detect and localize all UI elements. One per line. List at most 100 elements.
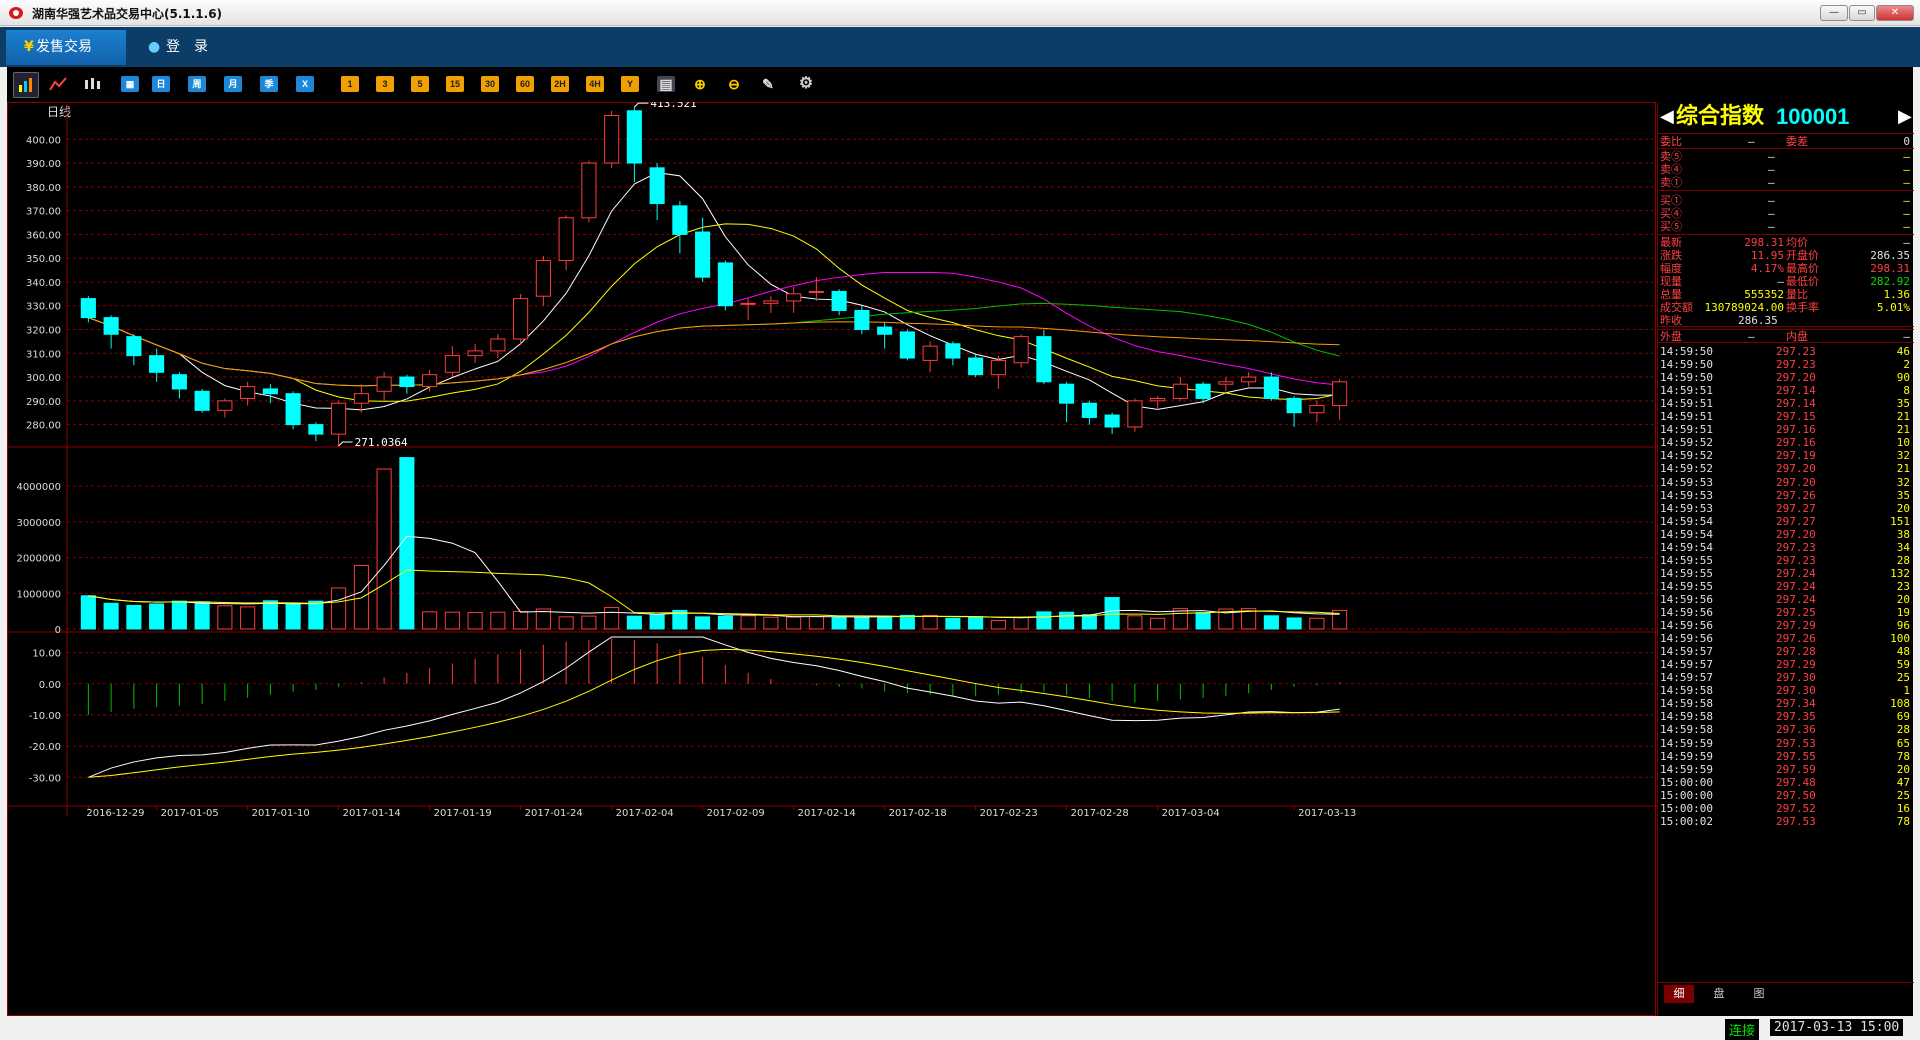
tick-time: 14:59:53 (1660, 501, 1713, 515)
candle-body (1286, 397, 1302, 414)
zoom-in-icon[interactable]: ⊕ (691, 76, 709, 92)
tick-time: 15:00:00 (1660, 775, 1713, 789)
tick-price: 297.27 (1776, 514, 1816, 528)
candle-body (126, 336, 142, 357)
volume-bar (80, 595, 96, 630)
date-label: 2017-02-14 (798, 808, 856, 819)
panel-tabs: 细 盘 图 (1658, 982, 1914, 1004)
tab-chart[interactable]: 图 (1744, 985, 1774, 1003)
tick-row: 14:59:59 297.59 20 (1658, 763, 1914, 776)
minute-15-button[interactable]: 15 (446, 76, 464, 92)
tick-time: 14:59:50 (1660, 345, 1713, 358)
tick-price: 297.29 (1776, 658, 1816, 672)
stat-value: — (1777, 275, 1784, 288)
tick-volume: 35 (1896, 397, 1910, 411)
period-week-button[interactable]: 周 (188, 76, 206, 92)
hour-2-button[interactable]: 2H (551, 76, 569, 92)
volume-bar (808, 616, 824, 630)
tick-price: 297.16 (1776, 423, 1816, 437)
tab-sale-trading[interactable]: ¥ 发售交易 (6, 30, 126, 65)
restore-button[interactable]: ▭ (1849, 5, 1875, 21)
ma60-line (88, 317, 1340, 387)
tick-price: 297.53 (1776, 814, 1816, 828)
tab-detail[interactable]: 细 (1664, 985, 1694, 1003)
candle-body (1081, 402, 1097, 418)
tick-time: 14:59:54 (1660, 540, 1713, 554)
candle-body (945, 343, 961, 359)
tab-orderbook[interactable]: 盘 (1704, 985, 1734, 1003)
volume-bar (695, 616, 711, 630)
candlestick-chart-icon[interactable] (13, 72, 39, 98)
tick-volume: 48 (1896, 645, 1910, 659)
period-x-button[interactable]: X (296, 76, 314, 92)
minute-60-button[interactable]: 60 (516, 76, 534, 92)
kline-chart[interactable]: 日线 400.00390.00380.00370.00360.00350.003… (7, 102, 1657, 1016)
tick-time: 15:00:00 (1660, 801, 1713, 815)
macd-tick-label: -20.00 (29, 742, 61, 753)
period-month-button[interactable]: 月 (224, 76, 242, 92)
tick-price: 297.15 (1776, 410, 1816, 424)
draw-tool-icon[interactable]: ✎ (759, 76, 777, 92)
date-label: 2017-01-10 (252, 808, 310, 819)
minute-5-button[interactable]: 5 (411, 76, 429, 92)
tick-volume: 96 (1896, 619, 1910, 633)
tick-row: 14:59:54 297.20 38 (1658, 528, 1914, 541)
chart-settings-icon[interactable]: ▤ (657, 76, 675, 92)
stat-value: 298.31 (1870, 262, 1910, 275)
candle-body (581, 162, 597, 219)
next-symbol-icon[interactable]: ▶ (1898, 102, 1912, 132)
stat-value: 555352 (1744, 288, 1784, 301)
tick-price: 297.16 (1776, 436, 1816, 450)
candle-body (695, 231, 711, 278)
chart-border (7, 102, 1656, 1016)
stat-label: 幅度 (1660, 262, 1682, 275)
macd-tick-label: -10.00 (29, 711, 61, 722)
volume-bar (285, 603, 301, 630)
period-day-button[interactable]: 日 (152, 76, 170, 92)
date-label: 2017-02-09 (707, 808, 765, 819)
minute-1-button[interactable]: 1 (341, 76, 359, 92)
tick-price: 297.19 (1776, 449, 1816, 463)
prev-symbol-icon[interactable]: ◀ (1660, 102, 1674, 132)
orderbook-divider (1658, 190, 1914, 191)
minimize-button[interactable]: — (1820, 5, 1848, 21)
calendar-icon[interactable]: ▦ (121, 76, 139, 92)
minute-30-button[interactable]: 30 (481, 76, 499, 92)
tick-row: 14:59:53 297.27 20 (1658, 502, 1914, 515)
tick-volume: 59 (1896, 658, 1910, 672)
close-button[interactable]: ✕ (1876, 5, 1914, 21)
tick-time: 14:59:54 (1660, 527, 1713, 541)
candle-body (331, 402, 347, 435)
zoom-out-icon[interactable]: ⊖ (725, 76, 743, 92)
gear-icon[interactable]: ⚙ (797, 76, 815, 92)
price-tick-label: 390.00 (26, 159, 61, 170)
hour-4-button[interactable]: 4H (586, 76, 604, 92)
tick-price: 297.48 (1776, 775, 1816, 789)
stat-value: 11.95 (1750, 249, 1784, 262)
tick-time: 14:59:58 (1660, 697, 1713, 711)
tick-time: 15:00:02 (1660, 814, 1713, 828)
candle-body (308, 424, 324, 435)
kline-chart-icon[interactable] (83, 76, 105, 92)
tab-login[interactable]: ● 登 录 (136, 30, 236, 65)
candle-body (1309, 405, 1325, 414)
tick-volume: 151 (1890, 514, 1910, 528)
period-quarter-button[interactable]: 季 (260, 76, 278, 92)
price-tick-label: 400.00 (26, 135, 61, 146)
candle-body (1013, 336, 1029, 364)
tick-volume: 78 (1896, 749, 1910, 763)
year-button[interactable]: Y (621, 76, 639, 92)
candle-body (649, 167, 665, 204)
tick-row: 14:59:50 297.23 2 (1658, 358, 1914, 371)
volume-bar (240, 606, 256, 630)
volume-bar (604, 607, 620, 630)
line-chart-icon[interactable] (49, 76, 67, 92)
volume-bar (1013, 616, 1029, 630)
minute-3-button[interactable]: 3 (376, 76, 394, 92)
tick-volume: 20 (1896, 762, 1910, 776)
kline-chart-area[interactable]: 日线 400.00 390.00 380.00 370.00 360.00 350.00 3… (7, 102, 1657, 1016)
candle-body (968, 357, 984, 376)
tick-time: 14:59:53 (1660, 475, 1713, 489)
tick-price: 297.34 (1776, 697, 1816, 711)
tick-price: 297.14 (1776, 384, 1816, 398)
